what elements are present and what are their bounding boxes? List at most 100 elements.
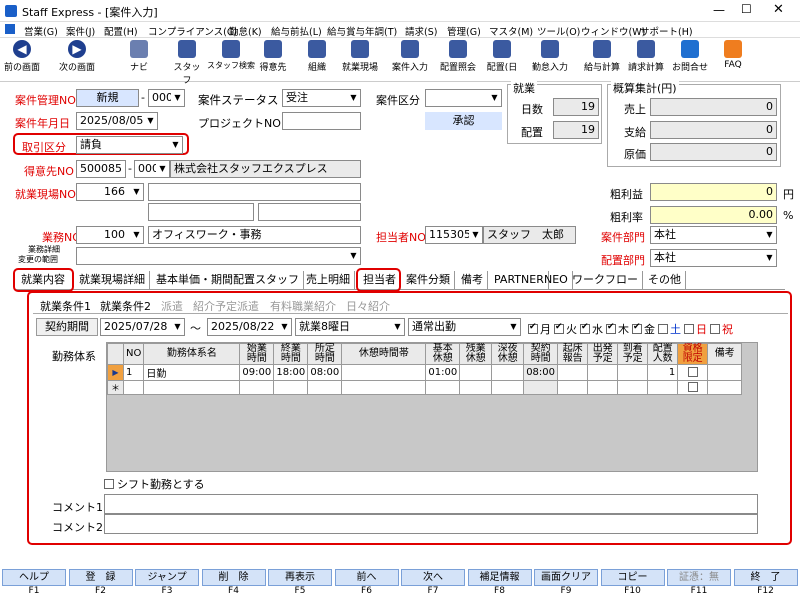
- cell-start[interactable]: 09:00: [239, 364, 275, 381]
- site-name-field[interactable]: [148, 183, 361, 201]
- cell-end[interactable]: [273, 380, 309, 395]
- dept-select[interactable]: 本社 ▼: [650, 226, 777, 244]
- cell-qual[interactable]: [677, 380, 709, 395]
- subtab-intro-dispatch[interactable]: 紹介予定派遣: [193, 298, 259, 314]
- qual-checkbox[interactable]: [687, 381, 698, 392]
- status-select[interactable]: 受注 ▼: [282, 89, 361, 107]
- cell-break-band[interactable]: [341, 364, 427, 381]
- tab-unit-price[interactable]: 基本単価・期間配置スタッフ: [152, 271, 304, 289]
- subtab-paid-placement[interactable]: 有料職業紹介: [270, 298, 336, 314]
- contract-from-field[interactable]: 2025/07/28 ▼: [100, 318, 185, 336]
- toolbar-billing-button[interactable]: 請求計算: [624, 38, 668, 82]
- table-row[interactable]: ▶ 1 日勤 09:00 18:00 08:00 01:00 08:00 1: [107, 364, 743, 381]
- menu-item-support[interactable]: サポート(H): [640, 24, 693, 38]
- tab-sales-detail[interactable]: 売上明細: [302, 271, 355, 289]
- cell-name[interactable]: [143, 380, 241, 395]
- trade-select[interactable]: 請負 ▼: [76, 136, 183, 154]
- duty-field[interactable]: 100 ▼: [76, 226, 144, 244]
- cell-depart[interactable]: [587, 380, 619, 395]
- menu-item-master[interactable]: マスタ(M): [489, 24, 533, 38]
- site-sub-field1[interactable]: [148, 203, 254, 221]
- toolbar-staff-button[interactable]: スタッフ: [170, 38, 204, 86]
- weekday-checkbox-0[interactable]: [528, 322, 538, 334]
- menu-item-admin[interactable]: 管理(G): [447, 24, 481, 38]
- fkey-button-f2[interactable]: 登 録: [68, 569, 133, 586]
- cell-night-break[interactable]: [491, 380, 525, 395]
- toolbar-payroll-button[interactable]: 給与計算: [580, 38, 624, 82]
- subtab-condition2[interactable]: 就業条件2: [100, 298, 151, 314]
- person-field[interactable]: 115305 ▼: [425, 226, 483, 244]
- cell-depart[interactable]: [587, 364, 619, 381]
- cell-basic-break[interactable]: 01:00: [425, 364, 461, 381]
- attendance-select[interactable]: 通常出勤 ▼: [408, 318, 521, 336]
- duty-detail-select[interactable]: ▼: [76, 247, 361, 265]
- tab-work-content[interactable]: 就業内容: [17, 271, 69, 289]
- toolbar-faq-button[interactable]: FAQ: [716, 38, 750, 82]
- cell-arrive[interactable]: [617, 364, 649, 381]
- maximize-button[interactable]: ☐: [741, 2, 752, 16]
- tab-site-detail[interactable]: 就業現場詳細: [75, 271, 150, 289]
- toolbar-staff-search-button[interactable]: スタッフ検索: [207, 38, 255, 82]
- date-field[interactable]: 2025/08/05 ▼: [76, 112, 158, 130]
- menu-item-tools[interactable]: ツール(O): [537, 24, 580, 38]
- fkey-button-f10[interactable]: コピー: [600, 569, 665, 586]
- weekday-checkbox-3[interactable]: [606, 322, 616, 334]
- cell-name[interactable]: 日勤: [143, 364, 241, 381]
- menu-item-compliance[interactable]: コンプライアンス(C): [148, 24, 237, 38]
- tab-other[interactable]: その他: [644, 271, 686, 289]
- project-field[interactable]: [282, 112, 361, 130]
- comment2-field[interactable]: [104, 514, 758, 534]
- fkey-button-f4[interactable]: 削 除: [201, 569, 266, 586]
- weekday-checkbox-5[interactable]: [658, 324, 668, 334]
- fkey-button-f12[interactable]: 終 了: [733, 569, 798, 586]
- menu-item-sales[interactable]: 営業(G): [24, 24, 58, 38]
- fkey-button-f7[interactable]: 次へ: [401, 569, 465, 586]
- menu-item-billing[interactable]: 請求(S): [405, 24, 437, 38]
- subtab-daily-intro[interactable]: 日々紹介: [346, 298, 390, 314]
- cell-arrive[interactable]: [617, 380, 649, 395]
- site-field[interactable]: 166 ▼: [76, 183, 144, 201]
- menu-item-window[interactable]: ウィンドウ(W): [581, 24, 645, 38]
- weekday-checkbox-4[interactable]: [632, 322, 642, 334]
- case-no-field[interactable]: 新規: [76, 89, 139, 107]
- fkey-button-f9[interactable]: 画面クリア: [534, 569, 598, 586]
- subtab-condition1[interactable]: 就業条件1: [40, 298, 91, 314]
- weekday-checkbox-2[interactable]: [580, 322, 590, 334]
- shift-checkbox[interactable]: [104, 479, 114, 489]
- cell-start[interactable]: [239, 380, 275, 395]
- toolbar-case-input-button[interactable]: 案件入力: [388, 38, 432, 82]
- fkey-button-f11[interactable]: 証憑：無: [667, 569, 731, 586]
- cell-count[interactable]: 1: [647, 364, 679, 381]
- tab-notes[interactable]: 備考: [457, 271, 488, 289]
- toolbar-forward-button[interactable]: ▶ 次の画面: [54, 38, 100, 82]
- customer-field[interactable]: 500085: [76, 160, 126, 178]
- menu-item-payroll[interactable]: 給与賞与年調(T): [327, 24, 397, 38]
- cell-night-break[interactable]: [491, 364, 525, 381]
- cell-ot-break[interactable]: [459, 380, 493, 395]
- toolbar-placement-day-button[interactable]: 配置(日: [482, 38, 522, 82]
- subtab-dispatch[interactable]: 派遣: [161, 298, 183, 314]
- menu-item-case[interactable]: 案件(J): [66, 24, 95, 38]
- cell-note[interactable]: [707, 364, 743, 381]
- weekday-checkbox-6[interactable]: [684, 324, 694, 334]
- cell-wake[interactable]: [557, 380, 589, 395]
- toolbar-organization-button[interactable]: 組織: [302, 38, 332, 82]
- day-rule-select[interactable]: 就業8曜日 ▼: [295, 318, 405, 336]
- toolbar-navi-button[interactable]: ナビ: [124, 38, 154, 82]
- cell-fixed[interactable]: 08:00: [307, 364, 343, 381]
- cell-qual[interactable]: [677, 364, 709, 381]
- cell-fixed[interactable]: [307, 380, 343, 395]
- cell-count[interactable]: [647, 380, 679, 395]
- weekday-checkbox-1[interactable]: [554, 322, 564, 334]
- toolbar-attendance-button[interactable]: 勤怠入力: [528, 38, 572, 82]
- cell-basic-break[interactable]: [425, 380, 461, 395]
- customer-sub-select[interactable]: 000 ▼: [134, 160, 170, 178]
- tab-case-class[interactable]: 案件分類: [402, 271, 455, 289]
- table-row-new[interactable]: ＊: [107, 380, 743, 395]
- comment1-field[interactable]: [104, 494, 758, 514]
- close-button[interactable]: ✕: [773, 2, 784, 17]
- menu-item-placement[interactable]: 配置(H): [104, 24, 138, 38]
- menu-item-attendance[interactable]: 勤怠(K): [229, 24, 262, 38]
- tab-workflow[interactable]: ワークフロー: [568, 271, 643, 289]
- fkey-button-f6[interactable]: 前へ: [334, 569, 399, 586]
